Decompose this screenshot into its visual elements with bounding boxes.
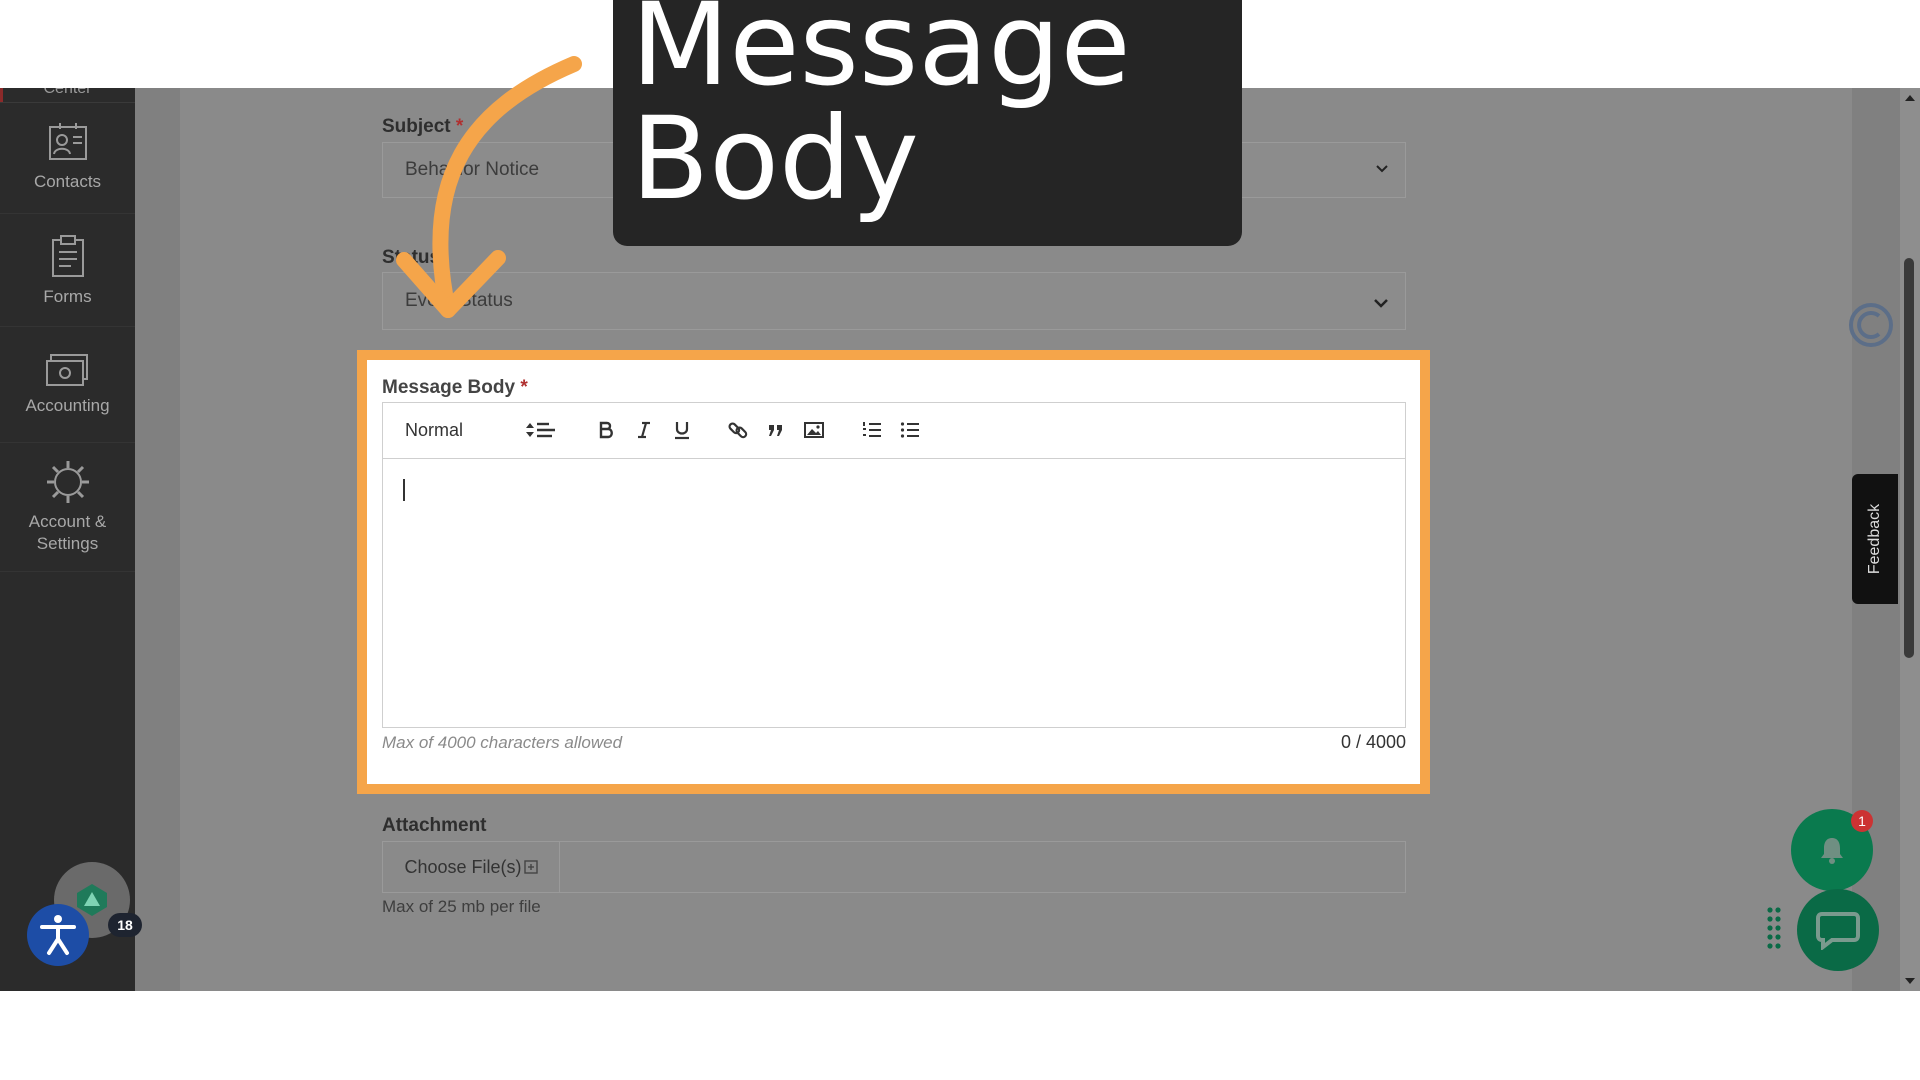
sidebar-item-label: Account & xyxy=(28,512,107,531)
choose-files-button[interactable]: Choose File(s) xyxy=(383,842,560,892)
page-scrollbar[interactable] xyxy=(1900,88,1920,991)
sidebar-item-label: Settings xyxy=(36,534,99,553)
callout-text: Message Body xyxy=(631,0,1131,225)
sidebar-item-accounting[interactable]: Accounting xyxy=(0,327,135,443)
char-limit-hint: Max of 4000 characters allowed xyxy=(382,733,623,752)
ordered-list-button[interactable] xyxy=(859,417,885,443)
accessibility-button[interactable] xyxy=(27,904,89,966)
accessibility-icon xyxy=(40,915,76,955)
bullet-list-icon xyxy=(900,422,919,438)
underline-button[interactable] xyxy=(669,417,695,443)
chat-widget-logo-icon[interactable] xyxy=(1848,302,1894,348)
feedback-tab[interactable]: Feedback xyxy=(1852,474,1898,604)
image-button[interactable] xyxy=(801,417,827,443)
count-badge: 18 xyxy=(108,913,142,937)
chevron-down-icon xyxy=(1376,165,1388,173)
quote-button[interactable] xyxy=(763,417,789,443)
required-mark: * xyxy=(520,377,528,398)
sidebar-item-contacts[interactable]: Contacts xyxy=(0,103,135,214)
sidebar-item-center[interactable]: Center xyxy=(0,88,135,103)
bold-button[interactable] xyxy=(593,417,619,443)
rich-text-editor: Normal xyxy=(382,402,1406,728)
align-button[interactable] xyxy=(533,417,559,443)
money-icon xyxy=(45,354,88,386)
message-body-label: Message Body * xyxy=(382,377,528,399)
sidebar-item-forms[interactable]: Forms xyxy=(0,214,135,327)
underline-icon xyxy=(675,422,689,440)
italic-icon xyxy=(638,421,650,439)
bold-icon xyxy=(599,421,613,439)
bell-icon xyxy=(1821,838,1843,864)
choose-files-label: Choose File(s) xyxy=(404,856,522,877)
file-size-hint: Max of 25 mb per file xyxy=(382,897,541,916)
sidebar-item-label: Center xyxy=(43,88,92,97)
message-body-textarea[interactable] xyxy=(383,459,1405,727)
ordered-list-icon xyxy=(863,422,881,437)
align-icon xyxy=(537,422,555,438)
italic-button[interactable] xyxy=(631,417,657,443)
file-input: Choose File(s) xyxy=(382,841,1406,893)
bullet-list-button[interactable] xyxy=(897,417,923,443)
text-style-select[interactable]: Normal xyxy=(405,417,535,443)
plus-box-icon xyxy=(523,860,538,874)
sidebar-item-label: Contacts xyxy=(33,172,102,191)
message-body-label-text: Message Body xyxy=(382,377,516,398)
chat-bubble-icon xyxy=(1816,912,1860,950)
sidebar-item-account-settings[interactable]: Account & Settings xyxy=(0,443,135,572)
callout-banner: Message Body xyxy=(613,0,1242,246)
link-icon xyxy=(728,422,748,439)
text-caret xyxy=(403,479,405,501)
scroll-up-icon xyxy=(1905,95,1915,101)
gear-icon xyxy=(46,461,89,503)
scrollbar-thumb[interactable] xyxy=(1904,258,1914,658)
clipboard-icon xyxy=(51,235,84,277)
text-style-value: Normal xyxy=(405,419,464,440)
attachment-label: Attachment xyxy=(382,815,487,836)
sidebar-item-label: Accounting xyxy=(25,396,110,415)
image-icon xyxy=(804,422,824,438)
chat-button[interactable] xyxy=(1797,889,1879,971)
contacts-icon xyxy=(48,123,87,160)
editor-toolbar: Normal xyxy=(383,403,1405,459)
sidebar: Center Contacts Forms Accounting Account… xyxy=(0,88,135,991)
feedback-label: Feedback xyxy=(1866,503,1883,575)
quote-icon xyxy=(769,425,782,436)
scroll-down-icon xyxy=(1905,978,1915,984)
char-counter: 0 / 4000 xyxy=(1340,732,1406,752)
curved-arrow-icon xyxy=(396,56,582,318)
sidebar-item-label: Forms xyxy=(43,287,92,306)
drag-handle-icon[interactable] xyxy=(1766,906,1782,952)
notification-count-badge: 1 xyxy=(1851,810,1873,832)
chevron-down-icon xyxy=(1374,299,1388,308)
link-button[interactable] xyxy=(725,417,751,443)
